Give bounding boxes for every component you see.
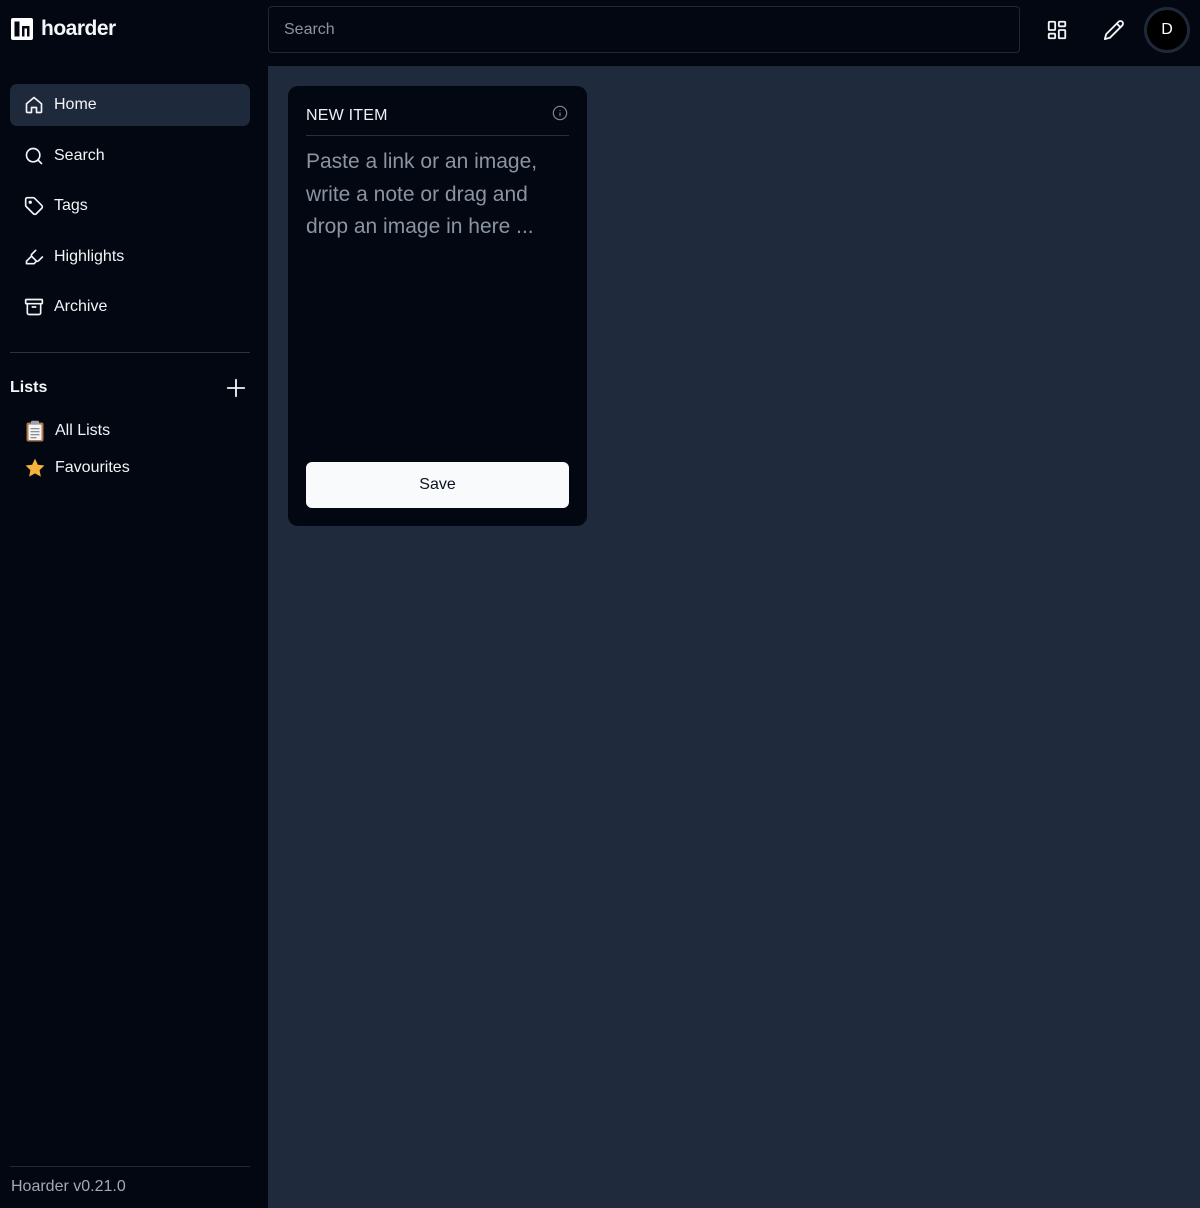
app-version: Hoarder v0.21.0	[11, 1178, 126, 1195]
hoarder-logo-icon	[11, 18, 33, 40]
tag-icon	[24, 197, 44, 216]
sidebar-item-label: Home	[54, 96, 97, 113]
list-item-all-lists[interactable]: All Lists	[24, 419, 110, 443]
info-icon[interactable]	[552, 105, 568, 121]
edit-button[interactable]	[1098, 14, 1130, 46]
lists-title: Lists	[10, 379, 48, 396]
user-avatar[interactable]: D	[1144, 7, 1190, 53]
clipboard-emoji-icon	[24, 420, 46, 442]
layout-toggle-button[interactable]	[1041, 14, 1073, 46]
app-logo[interactable]: hoarder	[10, 16, 116, 42]
sidebar-item-home[interactable]: Home	[10, 84, 250, 126]
sidebar-item-label: Search	[54, 146, 105, 164]
sidebar-divider	[10, 352, 250, 353]
add-list-button[interactable]	[224, 376, 248, 400]
sidebar-item-label: Tags	[54, 197, 88, 215]
sidebar: hoarder Home Search Tags Highlights Arch…	[0, 0, 268, 1208]
sidebar-footer-divider	[10, 1166, 250, 1167]
new-item-card: NEW ITEM Save	[288, 86, 587, 526]
home-icon	[25, 96, 43, 114]
layout-grid-icon	[1047, 20, 1067, 40]
card-divider	[306, 135, 569, 136]
list-item-label: Favourites	[55, 459, 130, 476]
top-bar: D	[268, 0, 1200, 66]
list-item-favourites[interactable]: Favourites	[24, 456, 130, 480]
sidebar-item-search[interactable]: Search	[10, 135, 250, 177]
list-item-label: All Lists	[55, 422, 111, 439]
search-input[interactable]	[268, 6, 1020, 53]
pencil-icon	[1103, 20, 1124, 41]
star-emoji-icon	[24, 457, 46, 479]
lists-header: Lists	[10, 376, 250, 400]
sidebar-item-tags[interactable]: Tags	[10, 185, 250, 227]
save-button[interactable]: Save	[306, 462, 569, 508]
app-name: hoarder	[41, 17, 116, 40]
sidebar-nav: Home Search Tags Highlights Archive	[10, 84, 250, 337]
highlighter-icon	[25, 249, 44, 265]
sidebar-item-label: Archive	[54, 298, 108, 316]
plus-icon	[226, 378, 246, 398]
search-icon	[25, 147, 43, 164]
sidebar-item-highlights[interactable]: Highlights	[10, 236, 250, 278]
archive-icon	[24, 299, 44, 316]
sidebar-item-archive[interactable]: Archive	[10, 286, 250, 328]
sidebar-item-label: Highlights	[54, 247, 125, 265]
card-title: NEW ITEM	[306, 107, 388, 124]
new-item-textarea[interactable]	[306, 146, 569, 446]
